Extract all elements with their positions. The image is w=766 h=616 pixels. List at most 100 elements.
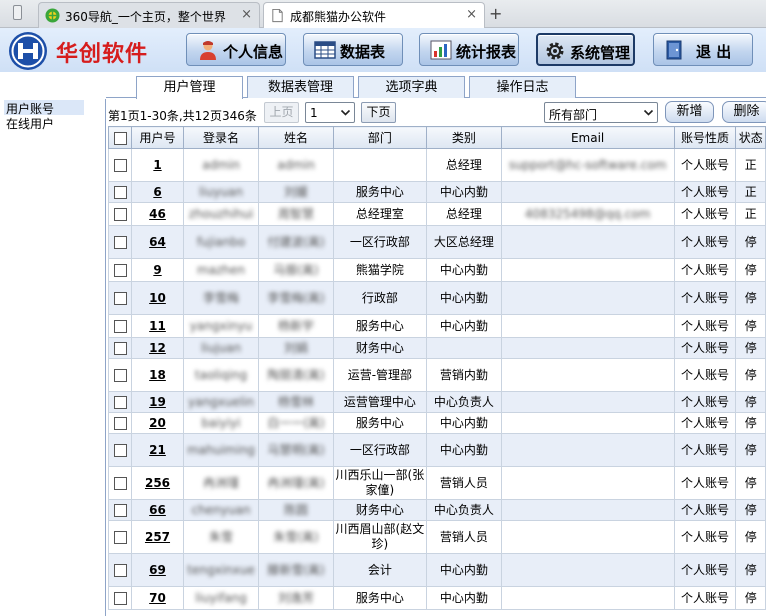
user-id-link[interactable]: 21: [131, 433, 184, 467]
device-icon[interactable]: [0, 0, 36, 28]
tab-data-table-management[interactable]: 数据表管理: [247, 76, 354, 98]
account-type-cell: 个人账号: [673, 202, 737, 226]
row-checkbox[interactable]: [107, 553, 133, 587]
table-row[interactable]: 12 liujuan 刘娟 财务中心 个人账号停: [107, 337, 766, 359]
data-table-button[interactable]: 数据表: [303, 33, 403, 66]
user-id-link[interactable]: 19: [131, 391, 184, 413]
row-checkbox[interactable]: [107, 466, 133, 500]
sidebar-item-online-users[interactable]: 在线用户: [4, 115, 84, 131]
status-cell: 停: [735, 225, 766, 259]
column-header-status[interactable]: 状态: [735, 126, 766, 149]
user-id-link[interactable]: 66: [131, 499, 184, 521]
table-row[interactable]: 70 liuyifang 刘逸芳 服务中心 中心内勤 个人账号停: [107, 586, 766, 610]
new-tab-icon[interactable]: +: [489, 4, 502, 23]
user-id-link[interactable]: 10: [131, 281, 184, 315]
pagination-info: 第1页1-30条,共12页346条: [108, 109, 257, 123]
close-icon[interactable]: ×: [241, 7, 252, 22]
table-row[interactable]: 18 taoliqing 陶丽清(离) 运营-管理部 营销内勤 个人账号停: [107, 358, 766, 392]
user-id-link[interactable]: 64: [131, 225, 184, 259]
close-icon[interactable]: ×: [466, 7, 477, 22]
row-checkbox[interactable]: [107, 281, 133, 315]
next-page-button[interactable]: 下页: [361, 102, 396, 123]
table-row[interactable]: 11 yangxinyu 杨新宇 服务中心 中心内勤 个人账号停: [107, 314, 766, 338]
row-checkbox[interactable]: [107, 314, 133, 338]
table-row[interactable]: 20 baiyiyi 白一一(离) 服务中心 中心内勤 个人账号停: [107, 412, 766, 434]
user-id-link[interactable]: 6: [131, 181, 184, 203]
table-row[interactable]: 10 李雪梅 李雪梅(离) 行政部 中心内勤 个人账号停: [107, 281, 766, 315]
table-row[interactable]: 257 朱雪 朱雪(离) 川西眉山部(赵文珍) 营销人员 个人账号停: [107, 520, 766, 554]
table-row[interactable]: 256 冉洲瑾 冉洲瑾(离) 川西乐山一部(张家僮) 营销人员 个人账号停: [107, 466, 766, 500]
add-user-button[interactable]: 新增: [665, 101, 714, 123]
logout-button[interactable]: 退 出: [653, 33, 753, 66]
column-header-name[interactable]: 姓名: [258, 126, 334, 149]
account-type-cell: 个人账号: [673, 148, 737, 182]
row-checkbox[interactable]: [107, 202, 133, 226]
column-header-email[interactable]: Email: [500, 126, 675, 149]
department-filter-select[interactable]: 所有部门: [544, 102, 658, 123]
row-checkbox[interactable]: [107, 358, 133, 392]
sidebar-item-user-accounts[interactable]: 用户账号: [4, 100, 84, 116]
row-checkbox[interactable]: [107, 520, 133, 554]
browser-tab-panda-office[interactable]: 成都熊猫办公软件 ×: [263, 2, 485, 29]
user-id-link[interactable]: 257: [131, 520, 184, 554]
user-id-link[interactable]: 70: [131, 586, 184, 610]
statistics-report-button[interactable]: 统计报表: [419, 33, 519, 66]
browser-tab-360[interactable]: 360导航_一个主页，整个世界 ×: [38, 2, 260, 28]
account-type-cell: 个人账号: [673, 391, 737, 413]
table-row[interactable]: 19 yangxuelin 杨雪林 运营管理中心 中心负责人 个人账号停: [107, 391, 766, 413]
row-checkbox[interactable]: [107, 181, 133, 203]
column-header-user-id[interactable]: 用户号: [131, 126, 184, 149]
category-cell: 总经理: [425, 202, 502, 226]
row-checkbox[interactable]: [107, 586, 133, 610]
department-cell: 财务中心: [332, 337, 427, 359]
prev-page-button[interactable]: 上页: [264, 102, 299, 123]
column-header-login[interactable]: 登录名: [182, 126, 260, 149]
column-header-account-type[interactable]: 账号性质: [673, 126, 737, 149]
table-row[interactable]: 69 tengxinxue 滕新雪(离) 会计 中心内勤 个人账号停: [107, 553, 766, 587]
account-type-cell: 个人账号: [673, 258, 737, 282]
login-name: baiyiyi: [201, 415, 241, 430]
row-checkbox[interactable]: [107, 499, 133, 521]
user-id-link[interactable]: 11: [131, 314, 184, 338]
user-id-link[interactable]: 1: [131, 148, 184, 182]
row-checkbox[interactable]: [107, 391, 133, 413]
delete-user-button[interactable]: 删除: [722, 101, 766, 123]
page-number-select[interactable]: 1: [305, 102, 355, 123]
user-id-link[interactable]: 18: [131, 358, 184, 392]
user-id-link[interactable]: 256: [131, 466, 184, 500]
tab-operation-log[interactable]: 操作日志: [469, 76, 576, 98]
table-row[interactable]: 46 zhouzhihui 周智慧 总经理室 总经理 408325498@qq.com 个人…: [107, 202, 766, 226]
row-checkbox[interactable]: [107, 148, 133, 182]
table-row[interactable]: 64 fujianbo 付建波(离) 一区行政部 大区总经理 个人账号停: [107, 225, 766, 259]
table-row[interactable]: 6 liuyuan 刘媛 服务中心 中心内勤 个人账号正: [107, 181, 766, 203]
user-name: 陈圆: [284, 502, 309, 517]
table-row[interactable]: 9 mazhen 马振(离) 熊猫学院 中心内勤 个人账号停: [107, 258, 766, 282]
personal-info-button[interactable]: 个人信息: [186, 33, 286, 66]
email-cell: [500, 553, 675, 587]
row-checkbox[interactable]: [107, 433, 133, 467]
table-row[interactable]: 66 chenyuan 陈圆 财务中心 中心负责人 个人账号停: [107, 499, 766, 521]
column-header-category[interactable]: 类别: [425, 126, 502, 149]
user-name-cell: 滕新雪(离): [258, 553, 334, 587]
user-id-link[interactable]: 20: [131, 412, 184, 434]
row-checkbox[interactable]: [107, 337, 133, 359]
status-cell: 停: [735, 391, 766, 413]
user-id-link[interactable]: 12: [131, 337, 184, 359]
user-id-link[interactable]: 9: [131, 258, 184, 282]
column-header-department[interactable]: 部门: [332, 126, 427, 149]
row-checkbox[interactable]: [107, 258, 133, 282]
table-row[interactable]: 21 mahuiming 马慧明(离) 一区行政部 中心内勤 个人账号停: [107, 433, 766, 467]
status-cell: 正: [735, 148, 766, 182]
status-cell: 停: [735, 358, 766, 392]
user-id-link[interactable]: 46: [131, 202, 184, 226]
table-row[interactable]: 1 admin admin 总经理 support@hc-software.com 个人账…: [107, 148, 766, 182]
user-id-link[interactable]: 69: [131, 553, 184, 587]
page-icon: [272, 8, 283, 23]
system-management-button[interactable]: 系统管理: [536, 33, 635, 66]
360-logo-icon: [45, 8, 60, 23]
select-all-checkbox[interactable]: [107, 126, 133, 149]
tab-option-dictionary[interactable]: 选项字典: [358, 76, 465, 98]
row-checkbox[interactable]: [107, 225, 133, 259]
tab-user-management[interactable]: 用户管理: [136, 76, 243, 99]
row-checkbox[interactable]: [107, 412, 133, 434]
